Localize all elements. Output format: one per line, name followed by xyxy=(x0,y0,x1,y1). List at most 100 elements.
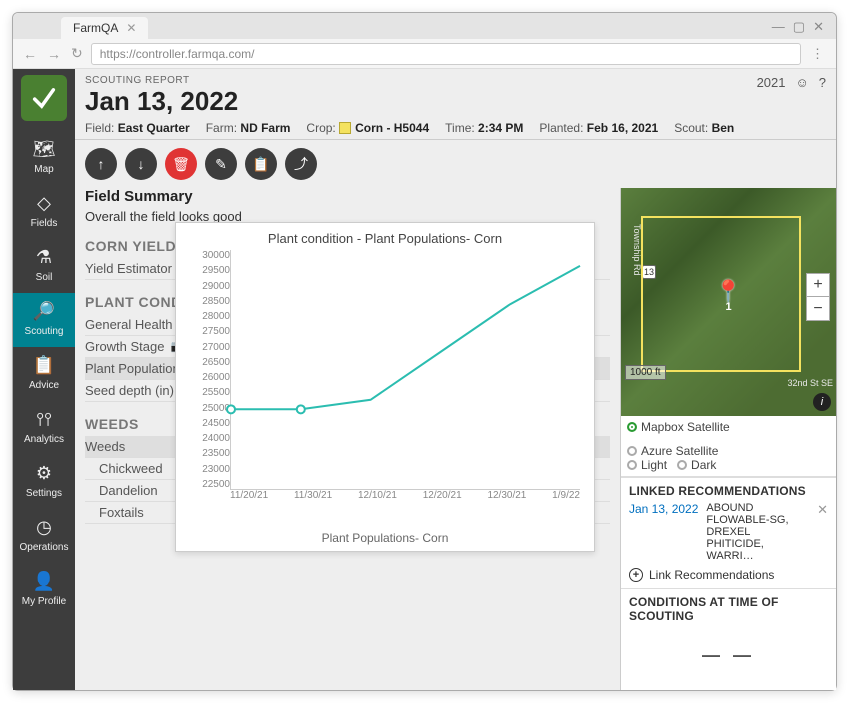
category-item-label: Chickweed xyxy=(99,461,163,476)
layer-azure-sat[interactable]: Azure Satellite xyxy=(627,444,718,458)
sidebar-label: My Profile xyxy=(13,596,75,607)
sidebar-item-soil[interactable]: ⚗ Soil xyxy=(13,239,75,293)
sidebar-item-map[interactable]: 🗺 Map xyxy=(13,131,75,185)
minus-icon: − xyxy=(813,300,822,318)
link-rec-label: Link Recommendations xyxy=(649,568,774,582)
chart-panel: Plant condition - Plant Populations- Cor… xyxy=(175,222,595,552)
y-tick-label: 26500 xyxy=(186,357,230,368)
map-scale: 1000 ft xyxy=(625,365,666,380)
delete-button[interactable]: 🗑 xyxy=(165,148,197,180)
more-icon[interactable]: ⋮ xyxy=(807,46,828,62)
help-icon[interactable]: ? xyxy=(819,75,826,90)
y-tick-label: 23000 xyxy=(186,464,230,475)
forward-icon[interactable]: → xyxy=(45,44,63,64)
y-tick-label: 29500 xyxy=(186,265,230,276)
sidebar-label: Map xyxy=(13,164,75,175)
sidebar-item-fields[interactable]: ◇ Fields xyxy=(13,185,75,239)
sidebar-item-analytics[interactable]: ⫯⫯ Analytics xyxy=(13,401,75,455)
chart-marker xyxy=(297,405,305,413)
radio-icon xyxy=(627,446,637,456)
sidebar-item-settings[interactable]: ⚙ Settings xyxy=(13,455,75,509)
sidebar-label: Scouting xyxy=(13,326,75,337)
layer-light[interactable]: Light xyxy=(627,458,667,472)
field-map[interactable]: Township Rd 32nd St SE 13 📍 1 1000 ft + … xyxy=(621,188,836,416)
link-rec-button[interactable]: + Link Recommendations xyxy=(629,568,828,582)
close-tab-icon[interactable]: ✕ xyxy=(126,21,136,35)
zoom-out-button[interactable]: − xyxy=(806,297,830,321)
sidebar-item-my-profile[interactable]: 👤 My Profile xyxy=(13,563,75,617)
minimize-icon[interactable]: — xyxy=(772,19,785,35)
crop-value: Corn - H5044 xyxy=(355,121,429,135)
map-pin-label: 1 xyxy=(725,301,731,313)
linked-rec-title: LINKED RECOMMENDATIONS xyxy=(629,484,828,498)
y-tick-label: 28000 xyxy=(186,311,230,322)
back-icon[interactable]: ← xyxy=(21,44,39,64)
farm-label: Farm: xyxy=(206,121,237,135)
browser-tab[interactable]: FarmQA ✕ xyxy=(61,17,148,39)
sidebar-label: Settings xyxy=(13,488,75,499)
zoom-in-button[interactable]: + xyxy=(806,273,830,297)
field-value: East Quarter xyxy=(118,121,190,135)
sidebar-label: Operations xyxy=(13,542,75,553)
header-label: SCOUTING REPORT xyxy=(85,75,238,86)
category-item-label: Weeds xyxy=(85,439,125,454)
sidebar-label: Fields xyxy=(13,218,75,229)
time-value: 2:34 PM xyxy=(478,121,523,135)
operations-icon: ◷ xyxy=(13,517,75,538)
linked-recommendations: LINKED RECOMMENDATIONS Jan 13, 2022 ABOU… xyxy=(621,477,836,588)
report-header: SCOUTING REPORT Jan 13, 2022 2021 ☺ ? Fi… xyxy=(75,69,836,140)
radio-checked-icon xyxy=(627,422,637,432)
arrow-up-icon: ↑ xyxy=(98,156,105,172)
share-button[interactable]: ⤴ xyxy=(285,148,317,180)
analytics-icon: ⫯⫯ xyxy=(13,409,75,430)
app-logo-icon[interactable] xyxy=(21,75,67,121)
conditions-placeholder: — — xyxy=(629,627,828,684)
page-title: Jan 13, 2022 xyxy=(85,86,238,117)
browser-toolbar: ← → ↻ https://controller.farmqa.com/ ⋮ xyxy=(13,39,836,69)
reload-icon[interactable]: ↻ xyxy=(69,43,85,64)
field-label: Field: xyxy=(85,121,114,135)
dismiss-rec-icon[interactable]: ✕ xyxy=(817,502,828,518)
map-info-icon[interactable]: i xyxy=(813,393,831,411)
face-icon[interactable]: ☺ xyxy=(795,75,808,90)
edit-button[interactable]: ✎ xyxy=(205,148,237,180)
y-tick-label: 29000 xyxy=(186,281,230,292)
sidebar-item-operations[interactable]: ◷ Operations xyxy=(13,509,75,563)
conditions-title: CONDITIONS AT TIME OF SCOUTING xyxy=(629,595,828,623)
x-tick-label: 1/9/22 xyxy=(552,490,580,510)
y-tick-label: 27000 xyxy=(186,342,230,353)
layer-dark[interactable]: Dark xyxy=(677,458,716,472)
scout-value: Ben xyxy=(712,121,735,135)
rec-date-link[interactable]: Jan 13, 2022 xyxy=(629,502,698,516)
crop-label: Crop: xyxy=(306,121,335,135)
url-bar[interactable]: https://controller.farmqa.com/ xyxy=(91,43,801,65)
clipboard-button[interactable]: 📋 xyxy=(245,148,277,180)
url-text: https://controller.farmqa.com/ xyxy=(100,47,255,61)
close-window-icon[interactable]: ✕ xyxy=(813,19,824,35)
sidebar-item-advice[interactable]: 📋 Advice xyxy=(13,347,75,401)
sidebar-item-scouting[interactable]: 🔎 Scouting xyxy=(13,293,75,347)
y-tick-label: 23500 xyxy=(186,448,230,459)
x-tick-label: 11/30/21 xyxy=(294,490,332,510)
y-tick-label: 24500 xyxy=(186,418,230,429)
y-tick-label: 26000 xyxy=(186,372,230,383)
field-summary-title: Field Summary xyxy=(85,188,610,205)
up-button[interactable]: ↑ xyxy=(85,148,117,180)
profile-icon: 👤 xyxy=(13,571,75,592)
y-tick-label: 25000 xyxy=(186,403,230,414)
y-tick-label: 24000 xyxy=(186,433,230,444)
season-year[interactable]: 2021 xyxy=(757,75,786,90)
soil-icon: ⚗ xyxy=(13,247,75,268)
chart-title: Plant condition - Plant Populations- Cor… xyxy=(186,231,584,246)
category-item-label: General Health xyxy=(85,317,172,332)
sidebar: 🗺 Map ◇ Fields ⚗ Soil 🔎 Scouting 📋 Advic… xyxy=(13,69,75,690)
sidebar-label: Soil xyxy=(13,272,75,283)
sidebar-label: Analytics xyxy=(13,434,75,445)
layer-mapbox-sat[interactable]: Mapbox Satellite xyxy=(627,420,730,434)
maximize-icon[interactable]: ▢ xyxy=(793,19,805,35)
action-bar: ↑ ↓ 🗑 ✎ 📋 ⤴ xyxy=(75,140,836,188)
clipboard-icon: 📋 xyxy=(252,156,269,173)
road-label-horizontal: 32nd St SE xyxy=(787,378,833,388)
arrow-down-icon: ↓ xyxy=(138,156,145,172)
down-button[interactable]: ↓ xyxy=(125,148,157,180)
